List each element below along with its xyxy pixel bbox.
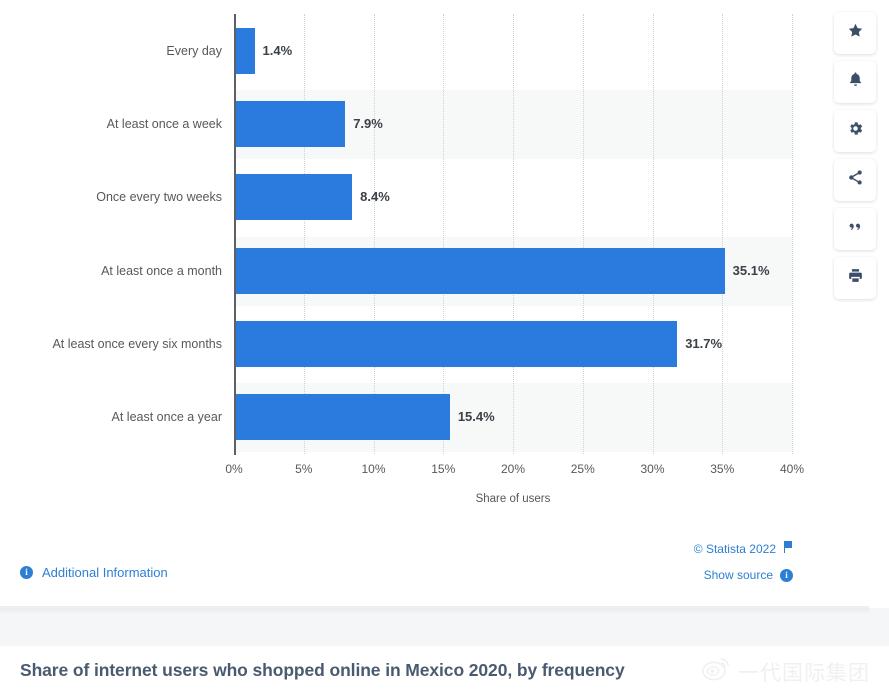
copyright-text: © Statista 2022 bbox=[694, 542, 776, 556]
card-shadow bbox=[0, 606, 869, 614]
x-axis-title: Share of users bbox=[234, 493, 792, 505]
bar[interactable] bbox=[235, 28, 255, 74]
gridline bbox=[583, 14, 584, 454]
x-tick-label: 30% bbox=[640, 462, 664, 476]
bar[interactable] bbox=[235, 174, 352, 220]
gridline bbox=[792, 14, 793, 454]
gridline bbox=[513, 14, 514, 454]
quote-icon bbox=[847, 218, 864, 240]
action-toolbar bbox=[834, 12, 876, 299]
statista-chart-page: 1.4% 7.9% 8.4% 35.1%31.7% 15.4% Every day At … bbox=[0, 0, 889, 695]
star-icon bbox=[847, 22, 864, 44]
x-tick-label: 35% bbox=[710, 462, 734, 476]
bar-value-label: 15.4% bbox=[450, 394, 495, 440]
bar-value-label: 8.4% bbox=[352, 174, 390, 220]
flag-icon bbox=[783, 541, 793, 556]
bar-value-label: 31.7% bbox=[677, 321, 722, 367]
x-tick-label: 15% bbox=[431, 462, 455, 476]
category-label: At least once every six months bbox=[10, 321, 234, 367]
bar-value-label: 35.1% bbox=[725, 248, 770, 294]
gridline bbox=[443, 14, 444, 454]
bar-value-label: 1.4% bbox=[255, 28, 293, 74]
gridline bbox=[374, 14, 375, 454]
plot-area: 1.4% 7.9% 8.4% 35.1%31.7% 15.4% bbox=[234, 14, 792, 454]
gridline bbox=[653, 14, 654, 454]
chart-card: 1.4% 7.9% 8.4% 35.1%31.7% 15.4% Every day At … bbox=[0, 0, 869, 608]
favorite-button[interactable] bbox=[834, 12, 876, 54]
bar[interactable] bbox=[235, 248, 725, 294]
x-tick-label: 25% bbox=[571, 462, 595, 476]
settings-button[interactable] bbox=[834, 110, 876, 152]
y-axis-line bbox=[234, 14, 236, 455]
watermark-text: 一代国际集团 bbox=[738, 657, 870, 687]
category-label: Once every two weeks bbox=[10, 174, 234, 220]
bar-value-label: 7.9% bbox=[345, 101, 383, 147]
x-axis: 0%5%10%15%20%25%30%35%40% bbox=[234, 462, 792, 484]
print-icon bbox=[847, 267, 864, 289]
share-button[interactable] bbox=[834, 159, 876, 201]
bar[interactable] bbox=[235, 394, 450, 440]
share-icon bbox=[847, 169, 864, 191]
watermark: 一代国际集团 bbox=[702, 656, 870, 687]
bar[interactable] bbox=[235, 101, 345, 147]
cite-button[interactable] bbox=[834, 208, 876, 250]
x-tick-label: 40% bbox=[780, 462, 804, 476]
x-tick-label: 5% bbox=[295, 462, 312, 476]
category-label: At least once a month bbox=[10, 248, 234, 294]
bar[interactable] bbox=[235, 321, 677, 367]
gridline bbox=[304, 14, 305, 454]
print-button[interactable] bbox=[834, 257, 876, 299]
bell-icon bbox=[847, 71, 864, 93]
weibo-icon bbox=[702, 656, 732, 687]
category-label: At least once a year bbox=[10, 394, 234, 440]
show-source-label: Show source bbox=[704, 568, 773, 582]
additional-information-link[interactable]: i Additional Information bbox=[20, 565, 168, 580]
notify-button[interactable] bbox=[834, 61, 876, 103]
gear-icon bbox=[847, 120, 864, 142]
show-source-link[interactable]: Show source i bbox=[704, 568, 793, 582]
additional-information-label: Additional Information bbox=[42, 565, 168, 580]
info-icon: i bbox=[780, 569, 793, 582]
x-tick-label: 20% bbox=[501, 462, 525, 476]
copyright: © Statista 2022 bbox=[694, 541, 793, 556]
x-tick-label: 10% bbox=[361, 462, 385, 476]
category-axis: Every day At least once a week Once every … bbox=[0, 14, 234, 454]
page-title: Share of internet users who shopped onli… bbox=[20, 660, 625, 681]
gridline bbox=[722, 14, 723, 454]
category-label: Every day bbox=[10, 28, 234, 74]
category-label: At least once a week bbox=[10, 101, 234, 147]
x-tick-label: 0% bbox=[225, 462, 242, 476]
info-icon: i bbox=[20, 566, 33, 579]
